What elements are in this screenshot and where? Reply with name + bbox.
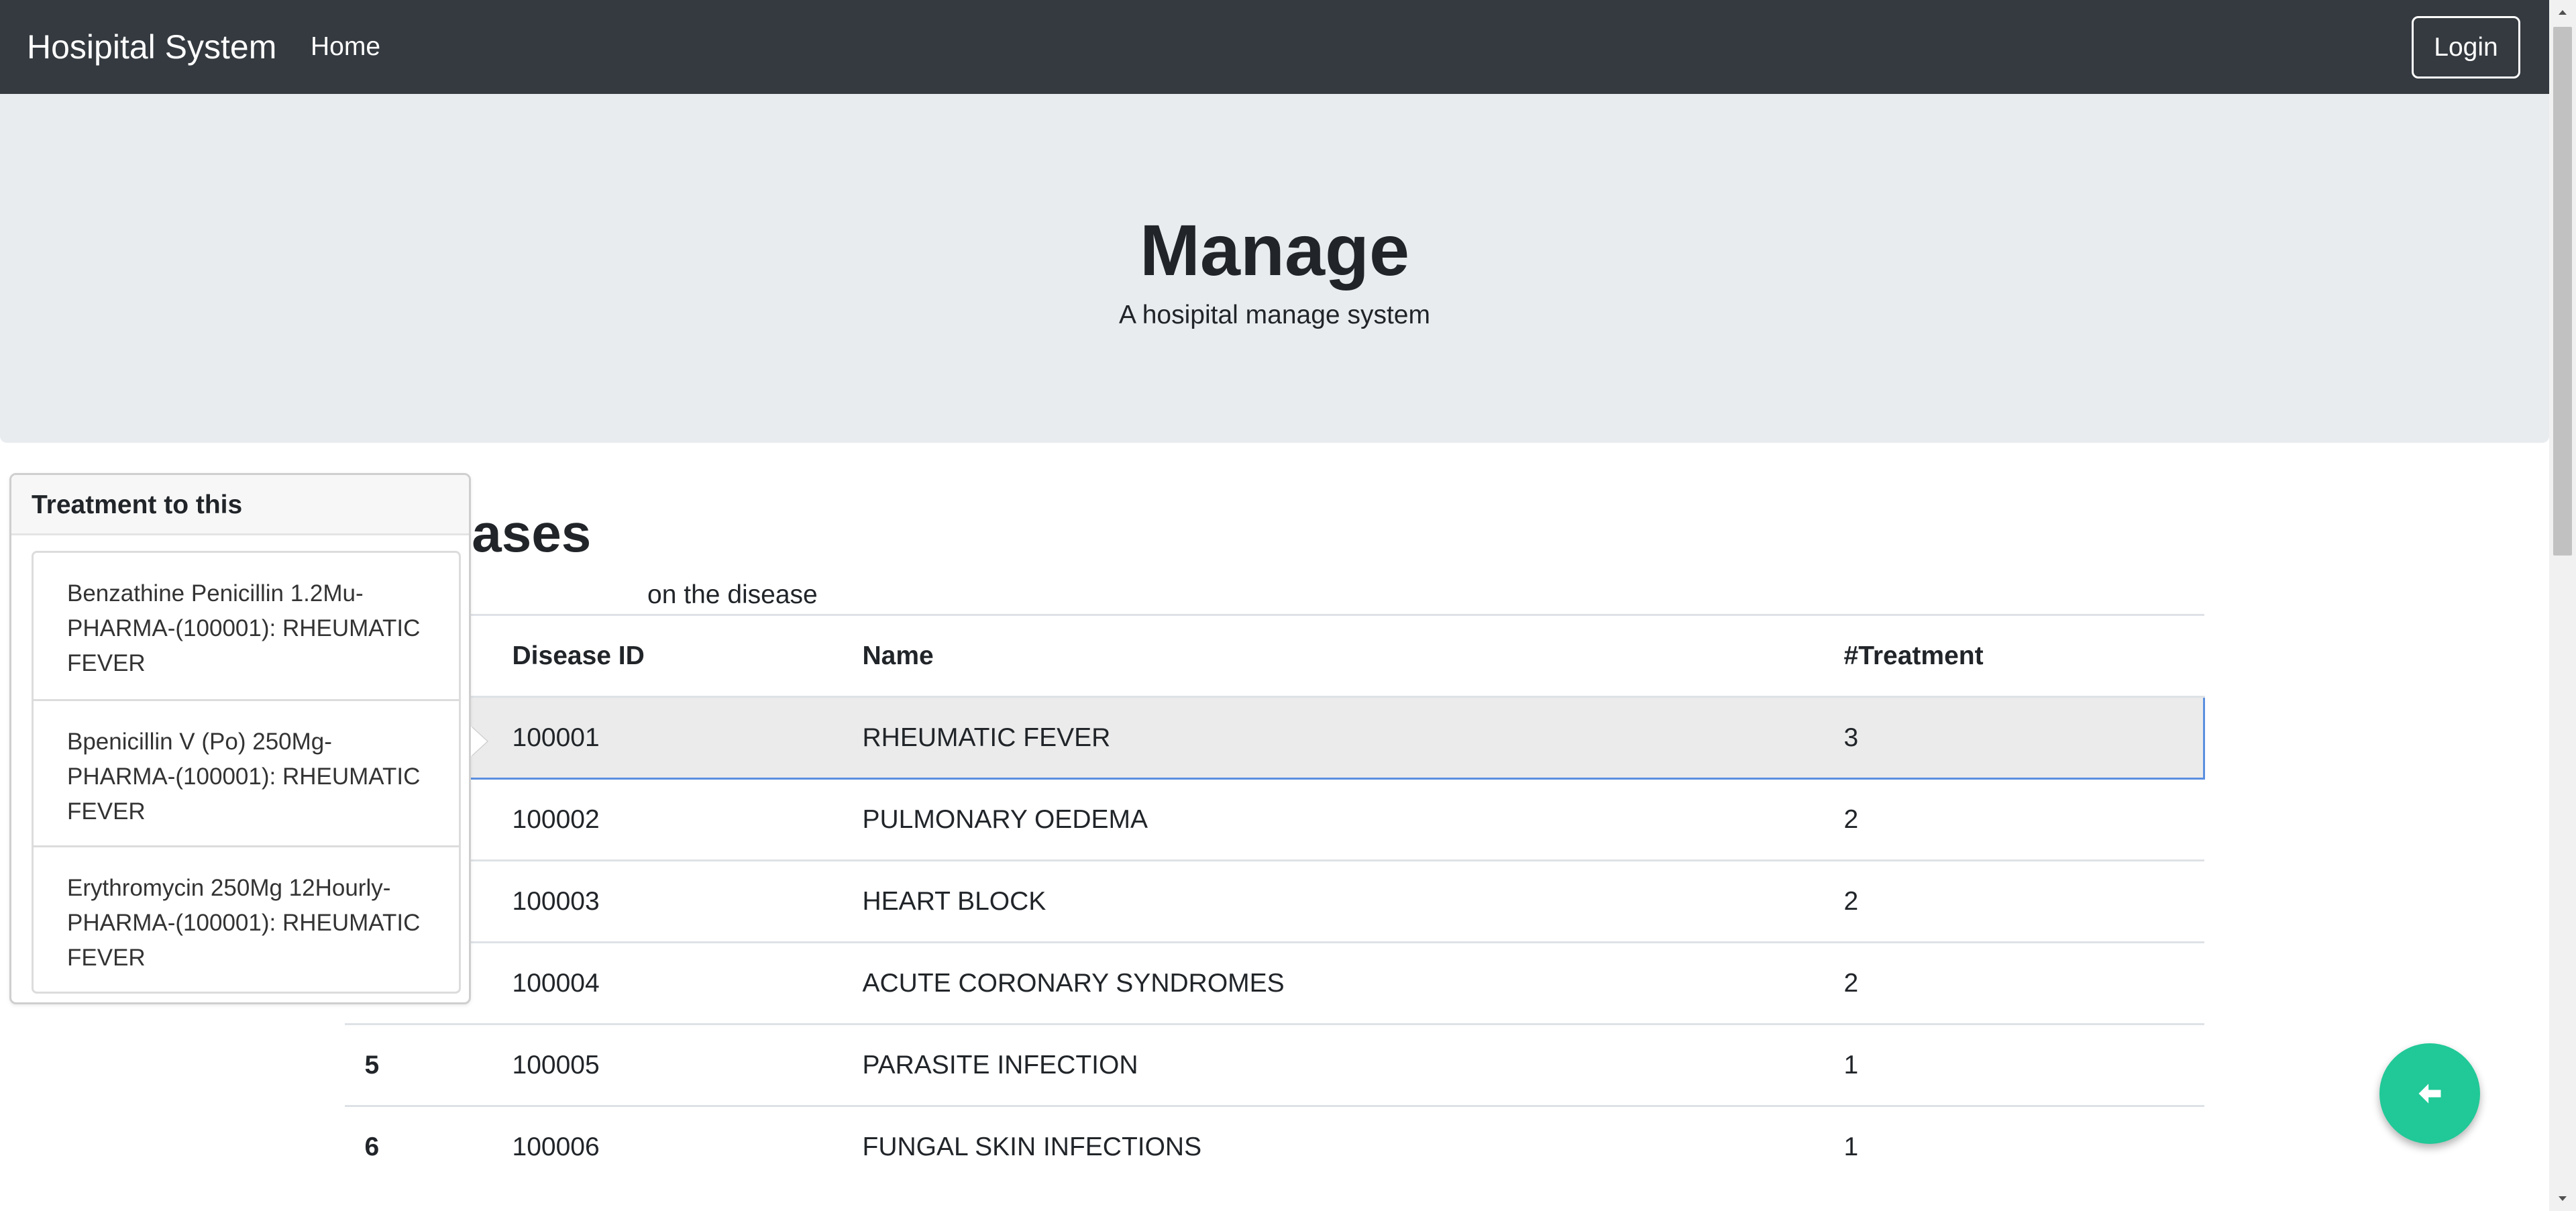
arrow-left-icon [2418, 1084, 2441, 1104]
back-button[interactable] [2379, 1043, 2480, 1144]
row-treatment-count: 2 [1823, 859, 2204, 943]
row-disease-name: PULMONARY OEDEMA [842, 778, 1824, 861]
row-treatment-count: 1 [1823, 1105, 2204, 1188]
table-row[interactable]: 100003 HEART BLOCK 2 [344, 859, 2204, 943]
row-disease-name: ACUTE CORONARY SYNDROMES [842, 941, 1824, 1024]
row-disease-id: 100002 [492, 778, 843, 861]
vertical-scrollbar[interactable] [2549, 0, 2576, 1211]
page-title: Manage [1139, 209, 1410, 291]
row-treatment-count: 1 [1823, 1023, 2204, 1106]
table-row[interactable]: 100002 PULMONARY OEDEMA 2 [344, 778, 2204, 861]
table-row[interactable]: 5 100005 PARASITE INFECTION 1 [344, 1023, 2204, 1106]
treatment-list: Benzathine Penicillin 1.2Mu-PHARMA-(1000… [32, 551, 461, 994]
page-lead: A hosipital manage system [1119, 301, 1430, 329]
row-treatment-count: 3 [1823, 696, 2205, 780]
scrollbar-thumb[interactable] [2553, 27, 2572, 556]
treatment-popover: Treatment to this Benzathine Penicillin … [9, 473, 487, 1004]
treatment-item[interactable]: Erythromycin 250Mg 12Hourly-PHARMA-(1000… [34, 845, 459, 992]
row-disease-name: FUNGAL SKIN INFECTIONS [842, 1105, 1824, 1188]
row-treatment-count: 2 [1823, 778, 2204, 861]
row-disease-name: HEART BLOCK [842, 859, 1824, 943]
header-treatment-count: #Treatment [1823, 614, 2204, 698]
header-name: Name [842, 614, 1824, 698]
brand-link[interactable]: Hosipital System [27, 25, 276, 68]
row-treatment-count: 2 [1823, 941, 2204, 1024]
popover-arrow [471, 727, 487, 756]
table-row[interactable]: 100004 ACUTE CORONARY SYNDROMES 2 [344, 941, 2204, 1024]
table-header-row: Disease ID Name #Treatment [344, 614, 2204, 698]
navbar: Hosipital System Home Login [0, 0, 2549, 94]
row-disease-id: 100001 [492, 696, 843, 780]
popover-header: Treatment to this [11, 475, 469, 535]
treatment-item[interactable]: Bpenicillin V (Po) 250Mg-PHARMA-(100001)… [34, 699, 459, 845]
login-button[interactable]: Login [2412, 16, 2520, 78]
scroll-down-arrow[interactable] [2549, 1187, 2576, 1211]
row-disease-name: RHEUMATIC FEVER [842, 696, 1824, 780]
disease-table: Disease ID Name #Treatment 100001 RHEUMA… [343, 614, 2205, 1188]
header-disease-id: Disease ID [492, 614, 843, 698]
row-disease-id: 100005 [492, 1023, 843, 1106]
row-disease-name: PARASITE INFECTION [842, 1023, 1824, 1106]
scroll-up-arrow[interactable] [2549, 0, 2576, 24]
row-index: 5 [344, 1023, 492, 1106]
row-disease-id: 100006 [492, 1105, 843, 1188]
treatment-item[interactable]: Benzathine Penicillin 1.2Mu-PHARMA-(1000… [34, 553, 459, 699]
table-row[interactable]: 100001 RHEUMATIC FEVER 3 [343, 696, 2205, 780]
row-disease-id: 100003 [492, 859, 843, 943]
table-row[interactable]: 6 100006 FUNGAL SKIN INFECTIONS 1 [344, 1105, 2204, 1188]
nav-home-link[interactable]: Home [311, 30, 380, 64]
row-index: 6 [344, 1105, 492, 1188]
jumbotron: Manage A hosipital manage system [0, 94, 2549, 443]
row-disease-id: 100004 [492, 941, 843, 1024]
